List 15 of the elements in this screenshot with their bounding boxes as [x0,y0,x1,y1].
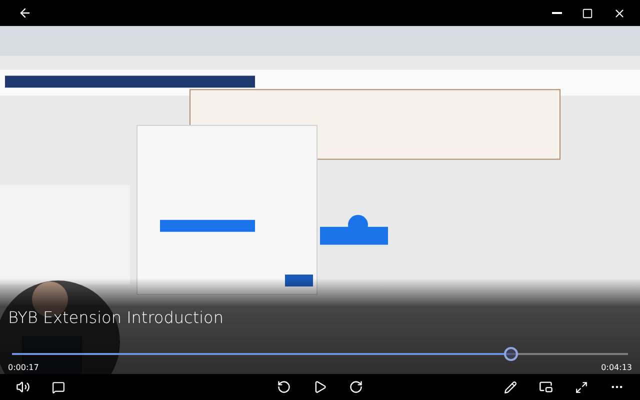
forward-icon[interactable] [349,380,363,394]
mini-view-icon[interactable] [539,380,553,394]
play-icon[interactable] [313,380,327,394]
maximize-button[interactable] [582,6,593,20]
fullscreen-icon[interactable] [575,380,588,394]
volume-icon[interactable] [16,380,30,394]
back-button[interactable] [18,6,32,20]
close-button[interactable] [613,6,626,20]
total-time: 0:04:13 [601,363,632,372]
pencil-icon[interactable] [504,380,517,394]
elapsed-time: 0:00:17 [8,363,39,372]
subtitles-icon[interactable] [52,380,65,394]
seek-handle[interactable] [504,347,518,361]
rewind-icon[interactable] [277,380,291,394]
video-title: BYB Extension Introduction [8,308,224,327]
